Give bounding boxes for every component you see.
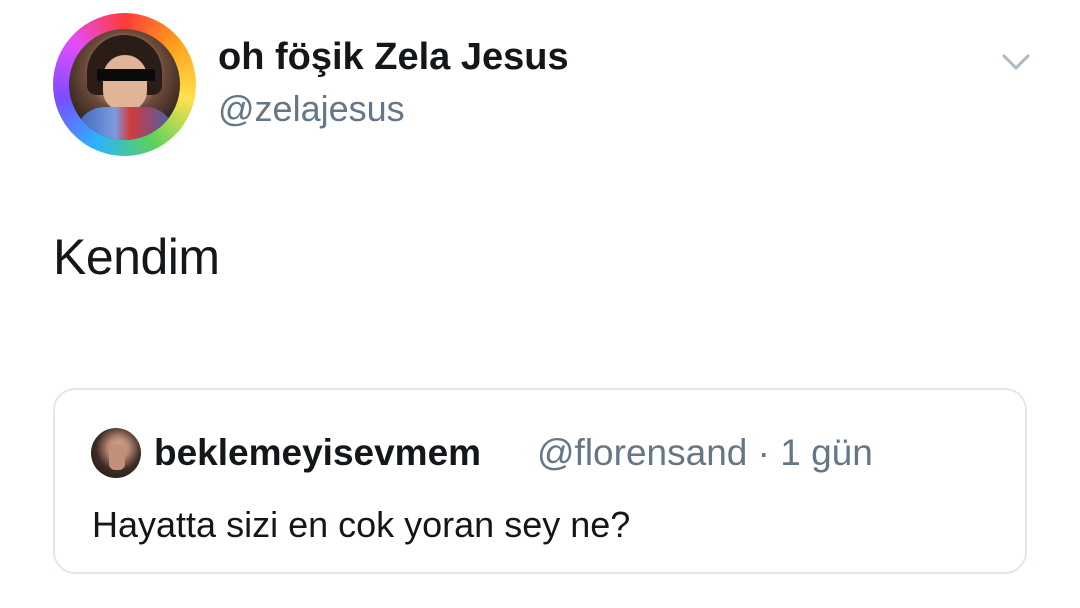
author-handle[interactable]: @zelajesus xyxy=(218,88,405,130)
meta-separator: · xyxy=(757,432,770,473)
quoted-author-avatar[interactable] xyxy=(91,428,141,478)
quoted-tweet-meta: @florensand · 1 gün xyxy=(537,432,873,474)
author-avatar[interactable] xyxy=(53,13,196,156)
quoted-tweet-card[interactable]: beklemeyisevmem @florensand · 1 gün Haya… xyxy=(53,388,1027,574)
tweet-text: Kendim xyxy=(53,229,220,285)
chevron-down-icon[interactable] xyxy=(1000,50,1032,74)
quoted-tweet-text: Hayatta sizi en cok yoran sey ne? xyxy=(92,504,631,545)
sunglasses-icon xyxy=(97,69,155,81)
quoted-author-handle[interactable]: @florensand xyxy=(537,432,747,473)
avatar-photo xyxy=(69,29,180,140)
quoted-author-display-name[interactable]: beklemeyisevmem xyxy=(154,432,481,474)
quoted-tweet-time[interactable]: 1 gün xyxy=(780,432,873,473)
tweet: oh föşik Zela Jesus @zelajesus Kendim be… xyxy=(0,0,1080,608)
author-display-name[interactable]: oh föşik Zela Jesus xyxy=(218,36,569,79)
